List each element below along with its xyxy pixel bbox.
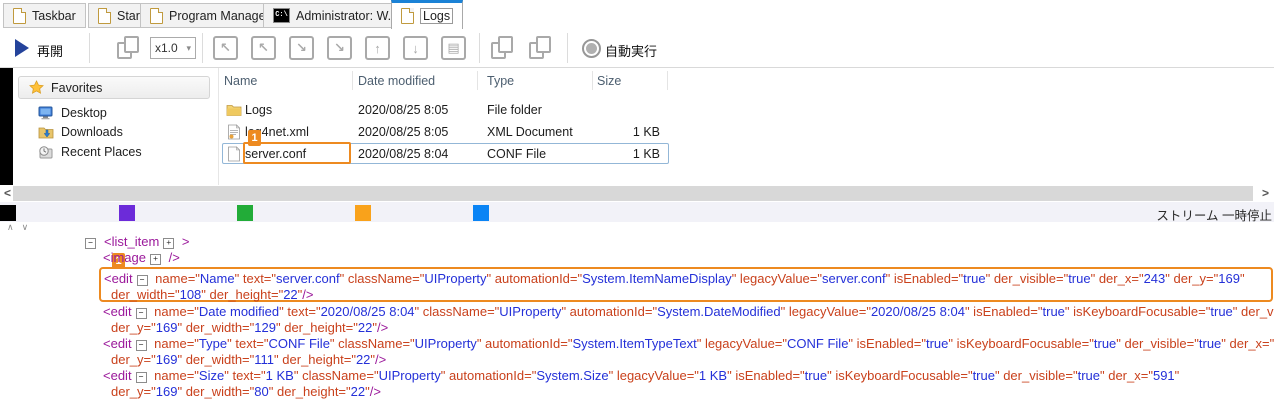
match-badge: 1 bbox=[248, 130, 261, 146]
tree-node-edit-type-cont[interactable]: der_y="169" der_width="111" der_height="… bbox=[111, 352, 386, 367]
document-icon bbox=[401, 8, 414, 24]
tab-label: Logs bbox=[420, 8, 453, 24]
tab-label: Program Manager bbox=[169, 9, 270, 23]
scroll-up-icon[interactable]: ∧ bbox=[7, 222, 22, 232]
tab-program-manager[interactable]: Program Manager bbox=[140, 3, 280, 28]
move-up-button[interactable]: ↑ bbox=[365, 36, 390, 60]
tab-label: Administrator: W... bbox=[296, 9, 398, 23]
scroll-down-icon[interactable]: ∨ bbox=[22, 222, 37, 232]
tab-label: Taskbar bbox=[32, 9, 76, 23]
timeline-marker[interactable] bbox=[0, 205, 16, 221]
tree-node-edit-name[interactable]: <edit− name="Name" text="server.conf" cl… bbox=[104, 271, 1245, 286]
file-type: File folder bbox=[487, 103, 542, 117]
tab-bar: Taskbar Start Program Manager C:\ Admini… bbox=[0, 0, 1274, 29]
scroll-left-icon[interactable]: < bbox=[4, 185, 11, 202]
file-date: 2020/08/25 8:05 bbox=[358, 103, 448, 117]
paste-pages-icon[interactable] bbox=[529, 36, 553, 60]
captured-screenshot: Favorites Desktop Downloads Recent Place… bbox=[0, 68, 1274, 185]
step-back-curve-button[interactable]: ↖ bbox=[213, 36, 238, 60]
document-view-button[interactable]: ▤ bbox=[441, 36, 466, 60]
move-down-button[interactable]: ↓ bbox=[403, 36, 428, 60]
column-header-type[interactable]: Type bbox=[487, 74, 514, 88]
tree-node-edit-name-cont[interactable]: der_width="108" der_height="22"/> bbox=[111, 287, 314, 302]
file-type: XML Document bbox=[487, 125, 573, 139]
timeline-marker[interactable] bbox=[237, 205, 253, 221]
console-icon: C:\ bbox=[273, 8, 290, 23]
scrollbar-thumb[interactable] bbox=[13, 186, 1253, 201]
column-divider[interactable] bbox=[592, 71, 593, 90]
tree-node-edit-date[interactable]: <edit− name="Date modified" text="2020/0… bbox=[103, 304, 1274, 319]
sidebar-label: Favorites bbox=[51, 81, 102, 95]
column-header-date[interactable]: Date modified bbox=[358, 74, 435, 88]
chevron-down-icon: ▾ bbox=[186, 43, 191, 54]
toolbar-separator bbox=[567, 33, 568, 63]
step-forward-curve-button[interactable]: ↘ bbox=[327, 36, 352, 60]
scale-dropdown[interactable]: x1.0 ▾ bbox=[150, 37, 196, 59]
timeline-marker[interactable] bbox=[355, 205, 371, 221]
scale-value: x1.0 bbox=[155, 41, 178, 55]
document-icon bbox=[13, 8, 26, 24]
copy-pages-icon[interactable] bbox=[491, 36, 515, 60]
tree-node-list-item[interactable]: −<list_item+ > bbox=[85, 234, 190, 249]
toolbar-separator bbox=[479, 33, 480, 63]
file-name: Logs bbox=[245, 103, 272, 117]
star-icon bbox=[29, 80, 44, 95]
toolbar-separator bbox=[202, 33, 203, 63]
column-divider[interactable] bbox=[667, 71, 668, 90]
file-date: 2020/08/25 8:05 bbox=[358, 125, 448, 139]
tree-node-image[interactable]: <image+ /> bbox=[103, 250, 180, 265]
xml-tree-panel: ∧∨ 1 −<list_item+ > <image+ /> <edit− na… bbox=[0, 222, 1274, 401]
app-window: Taskbar Start Program Manager C:\ Admini… bbox=[0, 0, 1274, 401]
toolbar-separator bbox=[89, 33, 90, 63]
column-header-size[interactable]: Size bbox=[597, 74, 621, 88]
document-icon bbox=[98, 8, 111, 24]
auto-run-label: 自動実行 bbox=[605, 41, 657, 60]
folder-icon bbox=[226, 102, 242, 118]
sidebar-item-favorites[interactable]: Favorites bbox=[18, 76, 210, 99]
horizontal-scrollbar[interactable]: < > bbox=[0, 185, 1274, 202]
column-divider[interactable] bbox=[352, 71, 353, 90]
step-forward-button[interactable]: ↘ bbox=[289, 36, 314, 60]
file-size: 1 KB bbox=[592, 125, 660, 139]
timeline-marker[interactable] bbox=[473, 205, 489, 221]
tree-node-edit-size[interactable]: <edit− name="Size" text="1 KB" className… bbox=[103, 368, 1179, 383]
tree-scroll-arrows[interactable]: ∧∨ bbox=[7, 222, 36, 233]
resume-button-label[interactable]: 再開 bbox=[37, 41, 63, 60]
file-row-log4net[interactable]: log4net.xml 2020/08/25 8:05 XML Document… bbox=[0, 122, 680, 143]
tab-administrator[interactable]: C:\ Administrator: W... bbox=[263, 3, 408, 28]
toolbar: 再開 x1.0 ▾ ↖ ↖ ↘ ↘ ↑ ↓ ▤ 自動実行 bbox=[0, 29, 1274, 68]
timeline-marker[interactable] bbox=[119, 205, 135, 221]
tab-taskbar[interactable]: Taskbar bbox=[3, 3, 86, 28]
xml-file-icon bbox=[226, 124, 242, 140]
step-back-button[interactable]: ↖ bbox=[251, 36, 276, 60]
tree-node-edit-size-cont[interactable]: der_y="169" der_width="80" der_height="2… bbox=[111, 384, 381, 399]
capture-pages-icon[interactable] bbox=[117, 36, 141, 60]
tree-node-edit-type[interactable]: <edit− name="Type" text="CONF File" clas… bbox=[103, 336, 1274, 351]
auto-run-radio[interactable] bbox=[582, 39, 601, 58]
stream-timeline[interactable]: ストリーム 一時停止 bbox=[0, 202, 1274, 222]
tab-logs-active[interactable]: Logs bbox=[391, 0, 463, 29]
file-row-logs[interactable]: Logs 2020/08/25 8:05 File folder bbox=[0, 100, 680, 121]
column-header-name[interactable]: Name bbox=[224, 74, 257, 88]
document-icon bbox=[150, 8, 163, 24]
column-divider[interactable] bbox=[477, 71, 478, 90]
scroll-right-icon[interactable]: > bbox=[1262, 185, 1269, 202]
resume-play-icon[interactable] bbox=[15, 39, 29, 57]
tree-node-edit-date-cont[interactable]: der_y="169" der_width="129" der_height="… bbox=[111, 320, 388, 335]
